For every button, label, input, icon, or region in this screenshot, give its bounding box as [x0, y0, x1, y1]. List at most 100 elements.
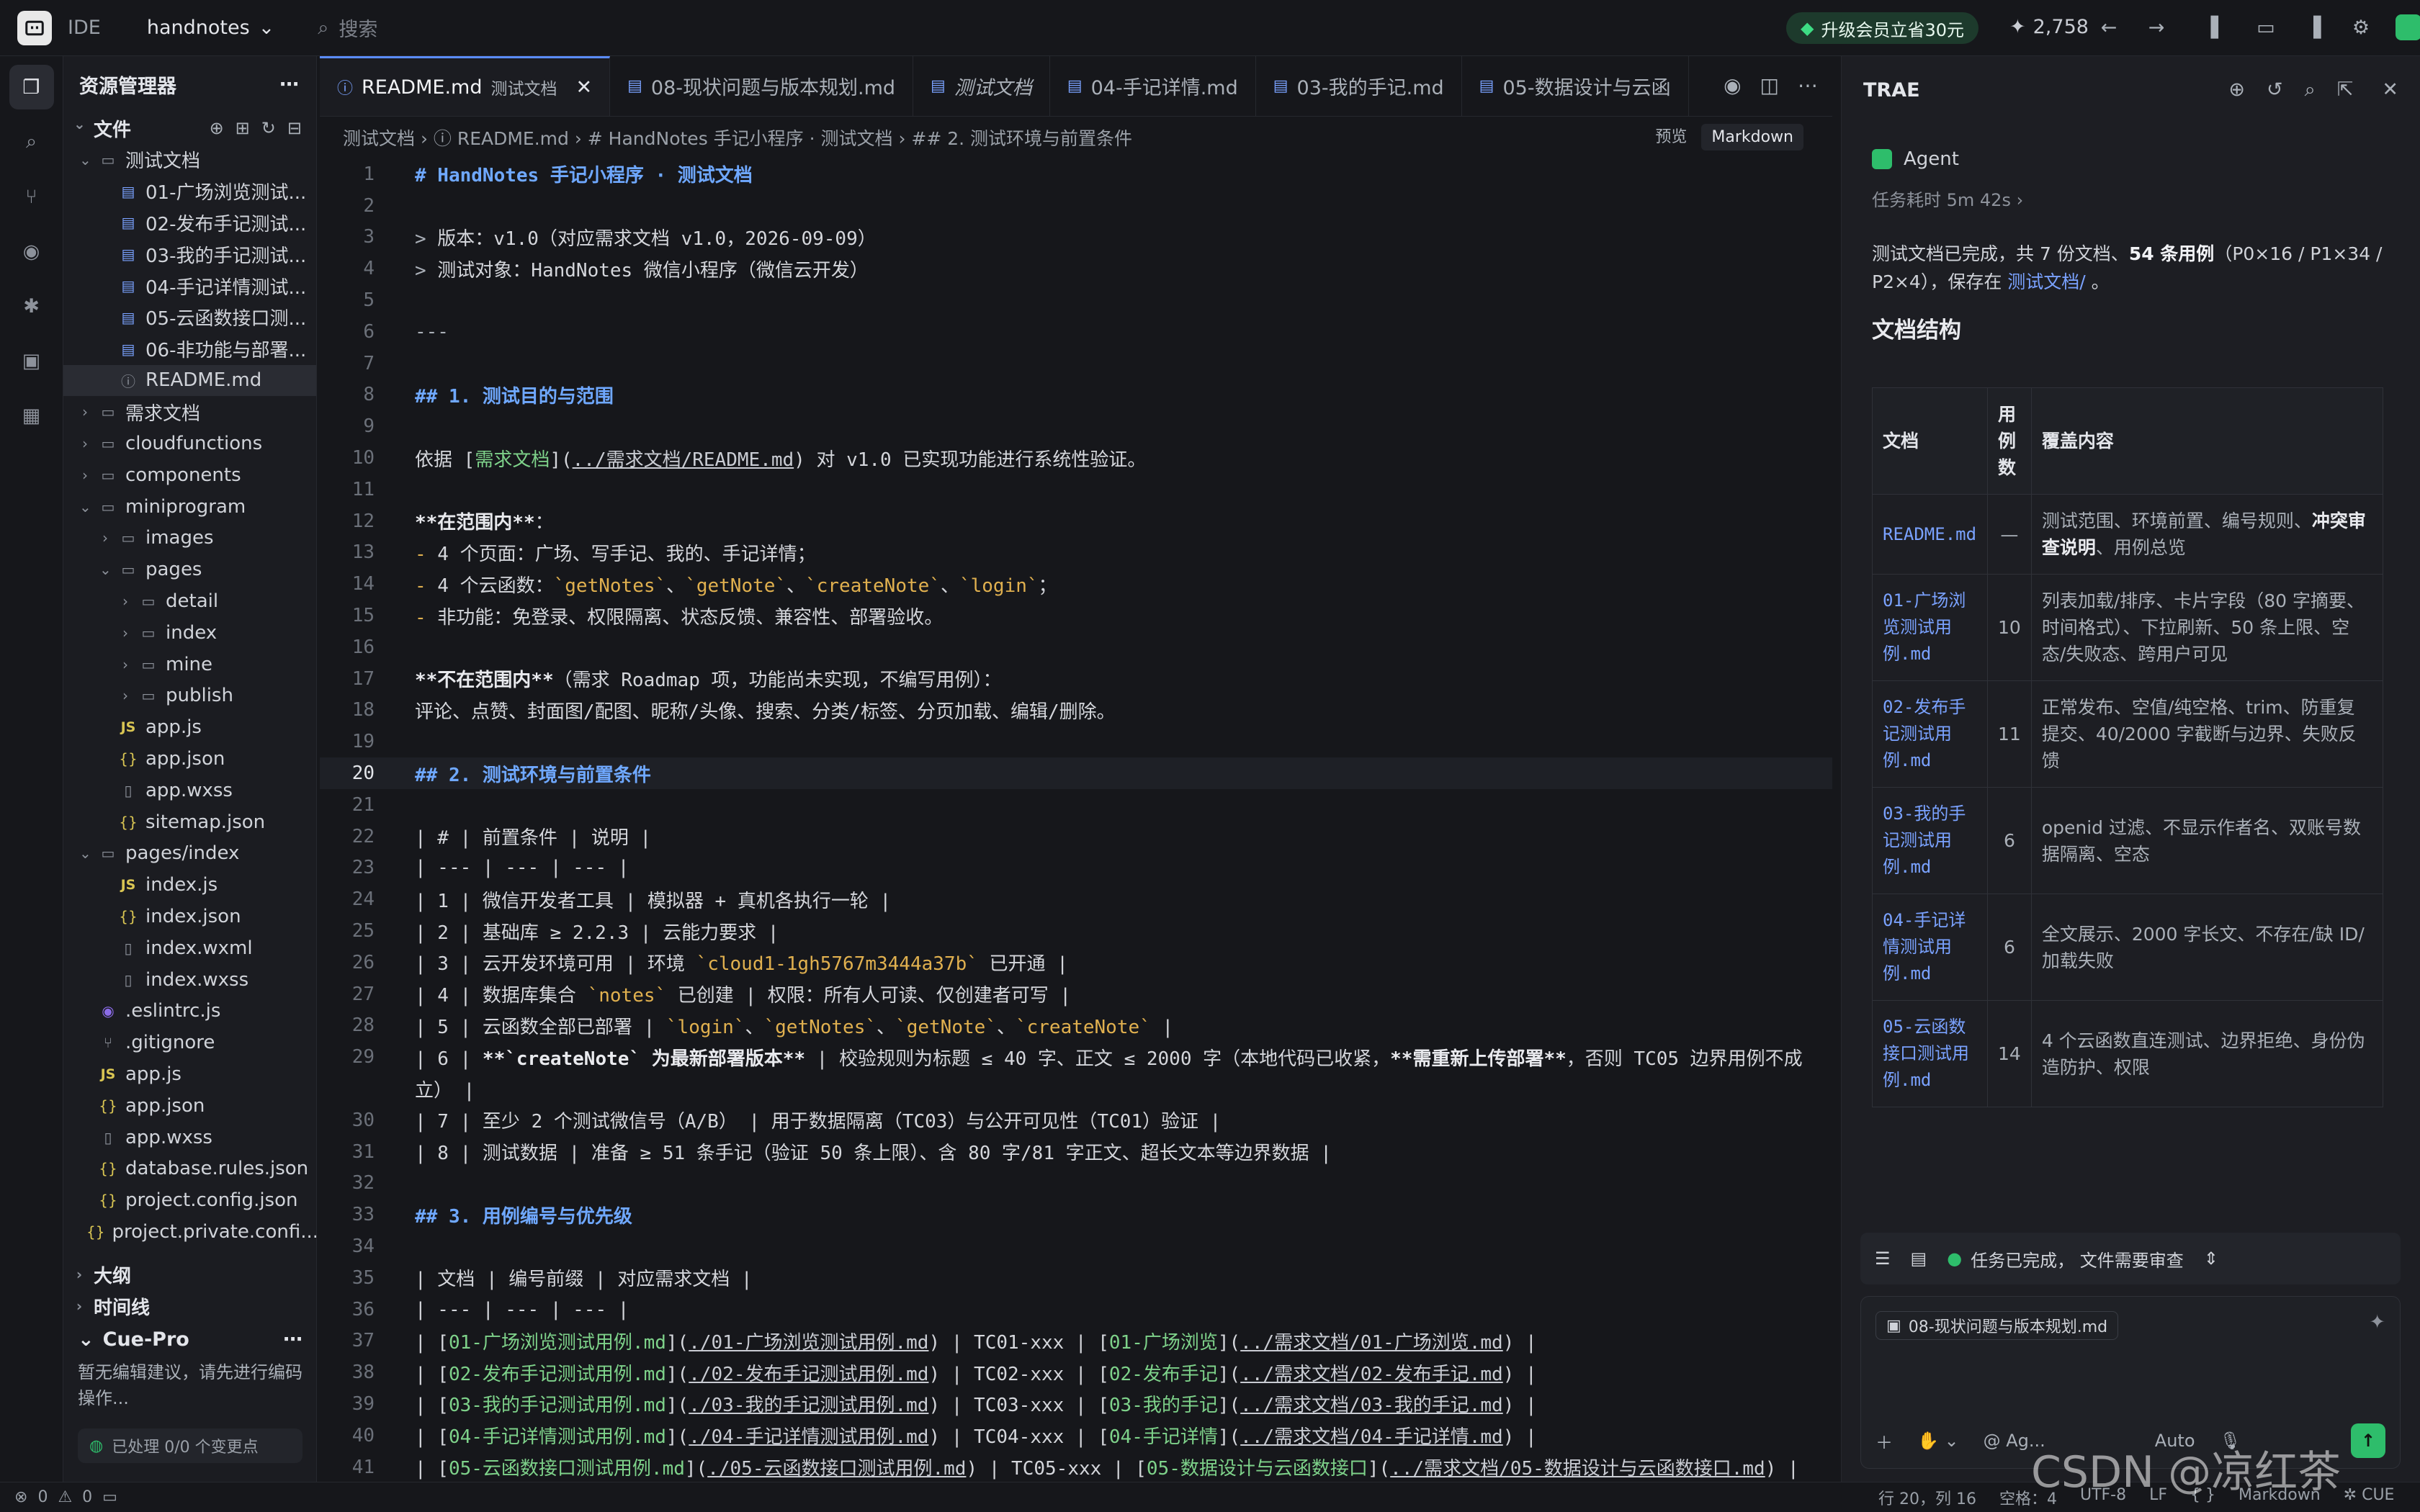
code-line[interactable]: 7	[320, 348, 1832, 379]
new-file-icon[interactable]: ⊕	[210, 118, 224, 138]
tree-item[interactable]: ▯ index.wxss	[63, 964, 316, 996]
remote-monitor-icon[interactable]: ▣	[9, 338, 54, 383]
code-line[interactable]: 5	[320, 284, 1832, 316]
code-line[interactable]: 31 | 8 | 测试数据 | 准备 ≥ 51 条手记（验证 50 条上限）、含 …	[320, 1136, 1832, 1168]
tree-item[interactable]: ⌄ ▭ 测试文档	[63, 144, 316, 176]
search-icon[interactable]: ⌕	[2305, 78, 2316, 102]
hand-tool-icon[interactable]: ✋ ⌄	[1917, 1431, 1959, 1451]
tree-item[interactable]: › ▭ cloudfunctions	[63, 428, 316, 459]
doc-link[interactable]: 05-云函数接口测试用例.md	[1872, 1000, 1988, 1107]
code-line[interactable]: 17 **不在范围内**（需求 Roadmap 项，功能尚未实现，不编写用例）：	[320, 663, 1832, 695]
tree-item[interactable]: › ▭ components	[63, 459, 316, 491]
search-icon[interactable]: ⌕	[9, 120, 54, 164]
code-line[interactable]: 33 ## 3. 用例编号与优先级	[320, 1199, 1832, 1230]
more-actions-icon[interactable]: ⋯	[283, 1328, 302, 1351]
history-icon[interactable]: ↺	[2267, 78, 2283, 102]
doc-link[interactable]: 01-广场浏览测试用例.md	[1872, 574, 1988, 681]
code-line[interactable]: 18 评论、点赞、封面图/配图、昵称/头像、搜索、分类/标签、分页加载、编辑/删除…	[320, 695, 1832, 726]
doc-link[interactable]: 02-发布手记测试用例.md	[1872, 680, 1988, 788]
tree-item[interactable]: › ▭ images	[63, 523, 316, 554]
editor-tab[interactable]: ▤ 05-数据设计与云函	[1462, 56, 1689, 116]
tree-item[interactable]: ▯ app.wxss	[63, 775, 316, 806]
tree-item[interactable]: ▤ 01-广场浏览测试...	[63, 176, 316, 207]
code-line[interactable]: 20 ## 2. 测试环境与前置条件	[320, 757, 1832, 789]
code-line[interactable]: 8 ## 1. 测试目的与范围	[320, 379, 1832, 411]
project-switcher[interactable]: handnotes ⌄	[147, 17, 274, 39]
code-line[interactable]: 立） |	[320, 1073, 1832, 1104]
code-line[interactable]: 22 | # | 前置条件 | 说明 |	[320, 821, 1832, 852]
editor-tab[interactable]: ▤ 08-现状问题与版本规划.md	[610, 56, 914, 116]
doc-link[interactable]: README.md	[1872, 494, 1988, 575]
tree-item[interactable]: ⑂ .gitignore	[63, 1027, 316, 1058]
context-chip[interactable]: ▣ 08-现状问题与版本规划.md	[1876, 1311, 2119, 1340]
code-line[interactable]: 39 | [03-我的手记测试用例.md](./03-我的手记测试用例.md) |…	[320, 1388, 1832, 1420]
upgrade-button[interactable]: ◆ 升级会员立省30元	[1786, 12, 1979, 44]
ide-mode-label[interactable]: IDE	[68, 17, 101, 39]
tree-item[interactable]: ◉ .eslintrc.js	[63, 996, 316, 1027]
code-line[interactable]: 24 | 1 | 微信开发者工具 | 模拟器 + 真机各执行一轮 |	[320, 883, 1832, 915]
new-folder-icon[interactable]: ⊞	[236, 118, 250, 138]
code-line[interactable]: 38 | [02-发布手记测试用例.md](./02-发布手记测试用例.md) |…	[320, 1356, 1832, 1388]
task-elapsed[interactable]: 任务耗时 5m 42s ›	[1872, 186, 2420, 211]
tree-item[interactable]: {} index.json	[63, 901, 316, 932]
trae-logo-icon[interactable]	[17, 10, 52, 45]
tree-item[interactable]: ⌄ ▭ miniprogram	[63, 491, 316, 523]
code-line[interactable]: 28 | 5 | 云函数全部已部署 | `login`、`getNotes`、`g…	[320, 1010, 1832, 1042]
send-button[interactable]: ↑	[2351, 1423, 2385, 1458]
tree-item[interactable]: ▯ index.wxml	[63, 932, 316, 964]
code-line[interactable]: 23 | --- | --- | --- |	[320, 852, 1832, 884]
terminal-icon[interactable]: ▭	[102, 1488, 117, 1506]
code-line[interactable]: 10 依据 [需求文档](../需求文档/README.md) 对 v1.0 已实…	[320, 442, 1832, 474]
more-actions-icon[interactable]: ⋯	[279, 73, 299, 96]
editor-tab[interactable]: ⓘ README.md 测试文档 ✕	[320, 56, 611, 116]
code-line[interactable]: 41 | [05-云函数接口测试用例.md](./05-云函数接口测试用例.md)…	[320, 1452, 1832, 1483]
split-editor-icon[interactable]: ◫	[1760, 73, 1779, 97]
code-line[interactable]: 1 # HandNotes 手记小程序 · 测试文档	[320, 158, 1832, 190]
tree-item[interactable]: ⓘ README.md	[63, 364, 316, 397]
code-line[interactable]: 15 - 非功能：免登录、权限隔离、状态反馈、兼容性、部署验收。	[320, 600, 1832, 631]
code-line[interactable]: 30 | 7 | 至少 2 个测试微信号（A/B） | 用于数据隔离（TC03）与…	[320, 1104, 1832, 1136]
cue-indicator[interactable]: ✲ CUE	[2344, 1486, 2395, 1509]
code-line[interactable]: 6 ---	[320, 316, 1832, 348]
tree-item[interactable]: ▤ 06-非功能与部署...	[63, 333, 316, 365]
preview-eye-icon[interactable]: ◉	[1724, 73, 1741, 97]
close-icon[interactable]: ✕	[2382, 78, 2398, 102]
tree-item[interactable]: ▤ 04-手记详情测试...	[63, 270, 316, 302]
code-line[interactable]: 16	[320, 631, 1832, 663]
code-line[interactable]: 19	[320, 726, 1832, 757]
code-line[interactable]: 35 | 文档 | 编号前缀 | 对应需求文档 |	[320, 1262, 1832, 1294]
tree-item[interactable]: JS app.js	[63, 1058, 316, 1090]
code-line[interactable]: 32	[320, 1168, 1832, 1200]
code-line[interactable]: 37 | [01-广场浏览测试用例.md](./01-广场浏览测试用例.md) |…	[320, 1325, 1832, 1356]
code-line[interactable]: 3 > 版本：v1.0（对应需求文档 v1.0，2026-09-09）	[320, 222, 1832, 253]
tree-item[interactable]: › ▭ 需求文档	[63, 396, 316, 428]
tree-item[interactable]: {} project.private.confi...	[63, 1216, 316, 1248]
code-line[interactable]: 40 | [04-手记详情测试用例.md](./04-手记详情测试用例.md) |…	[320, 1420, 1832, 1452]
editor-tab[interactable]: ▤ 03-我的手记.md	[1256, 56, 1462, 116]
toggle-sidebar-icon[interactable]: ▌	[2205, 14, 2231, 40]
code-line[interactable]: 2	[320, 190, 1832, 222]
editor-tab[interactable]: ▤ 测试文档	[913, 56, 1050, 116]
code-line[interactable]: 29 | 6 | **`createNote` 为最新部署版本** | 校验规则为…	[320, 1041, 1832, 1073]
code-line[interactable]: 36 | --- | --- | --- |	[320, 1294, 1832, 1326]
task-status-bar[interactable]: ☰ ▤ ● 任务已完成， 文件需要审查 ⇕	[1860, 1233, 2401, 1284]
forward-arrow-icon[interactable]: →	[2143, 14, 2169, 40]
code-line[interactable]: 4 > 测试对象：HandNotes 微信小程序（微信云开发）	[320, 253, 1832, 284]
tree-item[interactable]: {} project.config.json	[63, 1184, 316, 1216]
code-line[interactable]: 25 | 2 | 基础库 ≥ 2.2.3 | 云能力要求 |	[320, 915, 1832, 947]
tree-item[interactable]: › ▭ index	[63, 617, 316, 649]
timeline-section[interactable]: › 时间线	[63, 1290, 150, 1322]
code-line[interactable]: 21	[320, 789, 1832, 821]
back-arrow-icon[interactable]: ←	[2096, 14, 2122, 40]
sparkle-icon[interactable]: ✦	[2369, 1311, 2385, 1333]
code-line[interactable]: 11	[320, 474, 1832, 505]
tree-item[interactable]: › ▭ detail	[63, 585, 316, 617]
code-line[interactable]: 14 - 4 个云函数：`getNotes`、`getNote`、`createN…	[320, 568, 1832, 600]
global-search[interactable]: ⌕ 搜索	[318, 14, 377, 42]
open-external-icon[interactable]: ⇱	[2337, 78, 2354, 102]
tree-item[interactable]: ▯ app.wxss	[63, 1122, 316, 1153]
toggle-aux-icon[interactable]: ▐	[2300, 14, 2326, 40]
language-mode-button[interactable]: Markdown	[1701, 124, 1803, 150]
extensions-icon[interactable]: ▦	[9, 393, 54, 438]
settings-gear-icon[interactable]: ⚙	[2348, 14, 2374, 40]
